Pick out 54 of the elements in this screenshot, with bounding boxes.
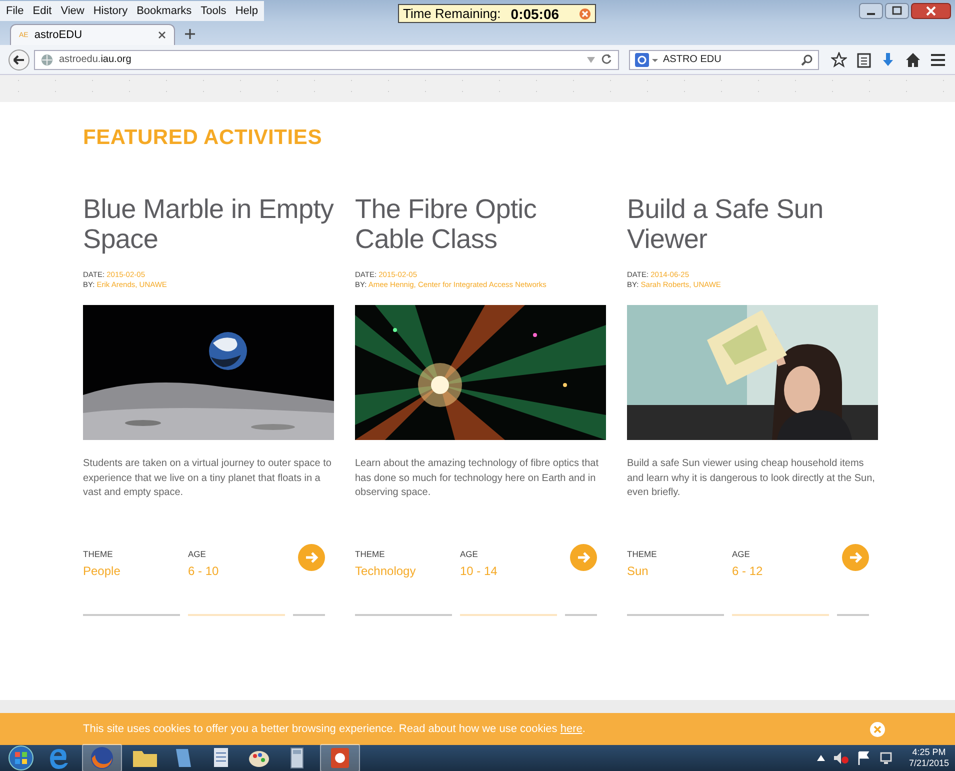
globe-icon (41, 54, 53, 66)
start-button[interactable] (6, 745, 36, 771)
close-icon[interactable] (911, 3, 951, 19)
download-icon[interactable] (881, 52, 895, 68)
flag-icon[interactable] (856, 751, 871, 765)
theme-value: Technology (355, 564, 417, 578)
search-engine-icon[interactable] (635, 52, 659, 66)
menu-item[interactable]: Edit (32, 5, 52, 17)
reload-icon[interactable] (601, 54, 612, 65)
new-tab-icon[interactable] (185, 29, 195, 39)
section-heading: FEATURED ACTIVITIES (83, 126, 324, 150)
search-field[interactable]: ASTRO EDU (629, 50, 819, 70)
home-icon[interactable] (905, 52, 921, 68)
system-clock[interactable]: 4:25 PM 7/21/2015 (908, 747, 949, 769)
close-icon[interactable] (158, 31, 166, 39)
star-icon[interactable] (831, 52, 847, 68)
activity-description: Learn about the amazing technology of fibre optics that has done so much for technology here on Earth and in observing space. (355, 457, 600, 500)
activity-description: Build a safe Sun viewer using cheap household items and learn why it is dangerous to look directly at the Sun, even briefly. (627, 457, 876, 500)
age-value: 6 - 10 (188, 564, 220, 578)
back-icon[interactable] (8, 48, 30, 70)
age-label: AGE (732, 549, 751, 559)
url-text: astroedu.iau.org (59, 54, 132, 65)
theme-value: Sun (627, 564, 650, 578)
menu-icon[interactable] (931, 52, 945, 66)
search-icon[interactable] (801, 54, 813, 66)
menu-item[interactable]: History (93, 5, 128, 17)
restore-icon[interactable] (885, 3, 909, 19)
theme-value: People (83, 564, 122, 578)
menu-item[interactable]: File (6, 5, 24, 17)
age-value: 10 - 14 (460, 564, 498, 578)
theme-label: THEME (83, 549, 114, 559)
age-label: AGE (460, 549, 479, 559)
address-bar[interactable]: astroedu.iau.org (34, 50, 619, 70)
age-label: AGE (188, 549, 207, 559)
tray-arrow-icon[interactable] (816, 755, 825, 761)
activity-description: Students are taken on a virtual journey to outer space to experience that we live on a tiny planet that floats in a vast and empty space. (83, 457, 332, 500)
cookie-notice: This site uses cookies to offer you a better browsing experience. Read about how we use cookies here. (83, 723, 586, 735)
activity-title[interactable]: Blue Marble in Empty Space (83, 194, 334, 254)
volume-muted-icon[interactable] (832, 751, 849, 765)
activity-title[interactable]: The Fibre Optic Cable Class (355, 194, 606, 254)
age-value: 6 - 12 (732, 564, 764, 578)
menu-item[interactable]: Tools (200, 5, 226, 17)
menu-item[interactable]: Bookmarks (136, 5, 192, 17)
clipboard-icon[interactable] (857, 52, 871, 68)
clock-date: 7/21/2015 (908, 758, 949, 769)
menu-item[interactable]: View (60, 5, 84, 17)
theme-label: THEME (355, 549, 386, 559)
menu-item[interactable]: Help (235, 5, 258, 17)
activity-title[interactable]: Build a Safe Sun Viewer (627, 194, 878, 254)
timer-label: Time Remaining: (403, 6, 501, 21)
minimize-icon[interactable] (859, 3, 883, 19)
clock-time: 4:25 PM (912, 747, 946, 758)
timer-value: 0:05:06 (510, 6, 560, 22)
theme-label: THEME (627, 549, 658, 559)
